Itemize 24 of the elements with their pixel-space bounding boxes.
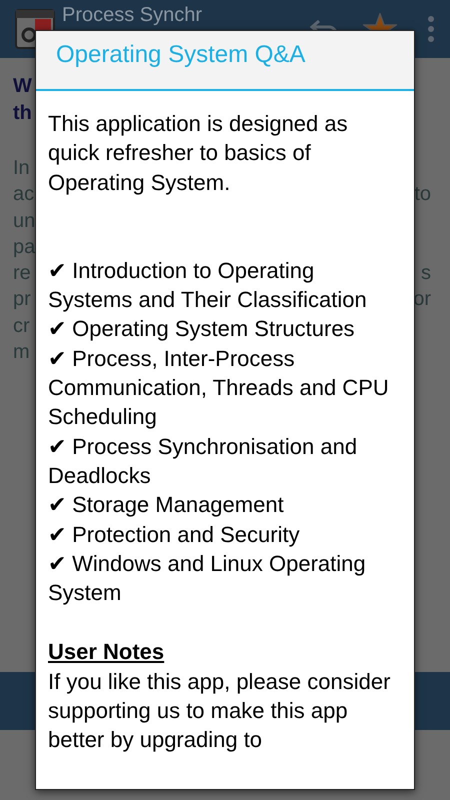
topic-item: ✔ Storage Management	[48, 491, 285, 520]
topic-item: ✔ Process Synchronisation and Deadlocks	[48, 432, 358, 490]
heading-text: W	[13, 74, 32, 99]
body-text: ac	[13, 182, 34, 208]
topic-item: ✔ Process, Inter-Process Communication, Threads and CPU Scheduling	[48, 344, 390, 432]
body-text: m	[13, 340, 30, 366]
body-text: cr	[13, 314, 30, 339]
notes-heading: User Notes	[48, 638, 164, 666]
body-text: s	[421, 261, 431, 286]
topic-item: ✔ Introduction to Operating Systems and Their Classification	[48, 256, 368, 314]
body-text: un	[13, 208, 36, 234]
body-text: pr	[13, 287, 31, 312]
app-title: Process Synchr	[62, 3, 202, 27]
dialog-title: Operating System Q&A	[56, 41, 306, 68]
body-text: In	[13, 156, 30, 181]
intro-text: This application is designed as quick refresher to basics of Operating System.	[48, 110, 349, 197]
body-text: to	[414, 182, 431, 208]
body-text: pa	[13, 234, 36, 260]
topic-item: ✔ Operating System Structures	[48, 315, 356, 344]
body-text: re	[13, 261, 31, 286]
topic-item: ✔ Protection and Security	[48, 520, 301, 549]
heading-text: th	[13, 101, 32, 126]
topic-item: ✔ Windows and Linux Operating System	[48, 550, 367, 608]
notes-text: If you like this app, please consider supporting us to make this app better by upgrading to	[48, 668, 392, 754]
